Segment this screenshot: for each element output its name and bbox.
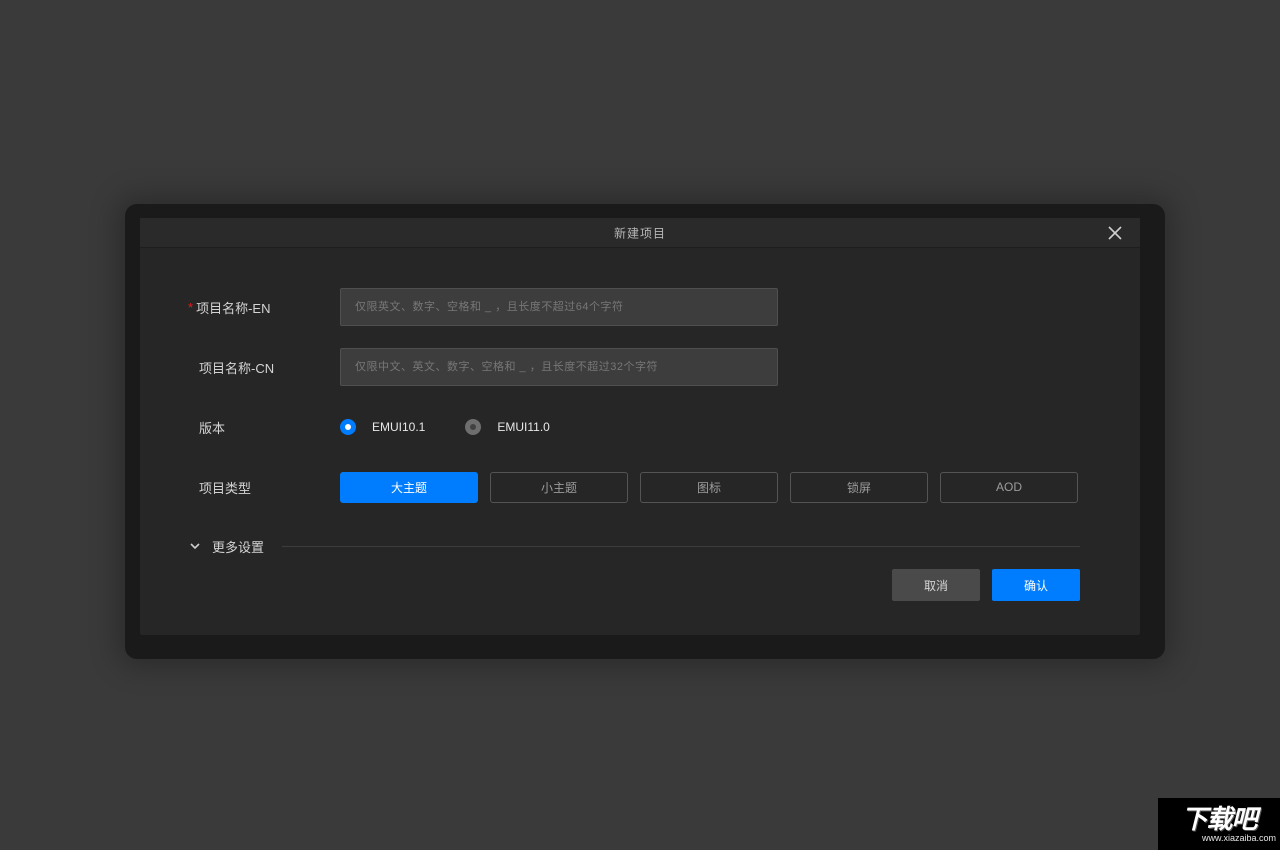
radio-icon (340, 419, 356, 435)
type-btn-big-theme[interactable]: 大主题 (340, 472, 478, 503)
more-settings-label: 更多设置 (212, 537, 264, 556)
watermark-main: 下载吧 (1181, 806, 1256, 832)
divider (282, 546, 1080, 547)
label-text: 版本 (199, 418, 225, 437)
label-version: 版本 (188, 418, 340, 437)
radio-icon (465, 419, 481, 435)
close-icon (1108, 226, 1122, 240)
label-project-type: 项目类型 (188, 478, 340, 497)
row-name-cn: 项目名称-CN (188, 348, 1080, 386)
label-text: 项目名称-CN (199, 358, 274, 377)
row-project-type: 项目类型 大主题 小主题 图标 锁屏 AOD (188, 468, 1080, 506)
project-type-buttons: 大主题 小主题 图标 锁屏 AOD (340, 472, 1078, 503)
dialog-title: 新建项目 (614, 224, 666, 241)
cancel-button[interactable]: 取消 (892, 569, 980, 601)
type-btn-small-theme[interactable]: 小主题 (490, 472, 628, 503)
watermark: 下载吧 www.xiazaiba.com (1158, 798, 1280, 850)
row-version: 版本 EMUI10.1 EMUI11.0 (188, 408, 1080, 446)
type-btn-lockscreen[interactable]: 锁屏 (790, 472, 928, 503)
required-star: * (188, 300, 193, 315)
more-settings-toggle[interactable]: 更多设置 (188, 534, 1080, 558)
dialog-footer: 取消 确认 (892, 569, 1080, 601)
version-option-emui110[interactable]: EMUI11.0 (465, 419, 549, 435)
row-name-en: * 项目名称-EN (188, 288, 1080, 326)
radio-label: EMUI10.1 (372, 420, 425, 434)
new-project-dialog: 新建项目 * 项目名称-EN 项目名称-CN (140, 218, 1140, 635)
type-btn-aod[interactable]: AOD (940, 472, 1078, 503)
dialog-header: 新建项目 (140, 218, 1140, 248)
label-text: 项目类型 (199, 478, 251, 497)
label-name-cn: 项目名称-CN (188, 358, 340, 377)
radio-label: EMUI11.0 (497, 420, 549, 434)
watermark-sub: www.xiazaiba.com (1202, 833, 1276, 843)
version-option-emui101[interactable]: EMUI10.1 (340, 419, 425, 435)
type-btn-icon[interactable]: 图标 (640, 472, 778, 503)
version-radio-group: EMUI10.1 EMUI11.0 (340, 419, 550, 435)
chevron-down-icon (188, 539, 202, 553)
close-button[interactable] (1100, 218, 1130, 248)
label-text: 项目名称-EN (196, 298, 270, 317)
form-area: * 项目名称-EN 项目名称-CN 版本 (140, 248, 1140, 558)
project-name-en-input[interactable] (340, 288, 778, 326)
confirm-button[interactable]: 确认 (992, 569, 1080, 601)
label-name-en: * 项目名称-EN (188, 298, 340, 317)
project-name-cn-input[interactable] (340, 348, 778, 386)
